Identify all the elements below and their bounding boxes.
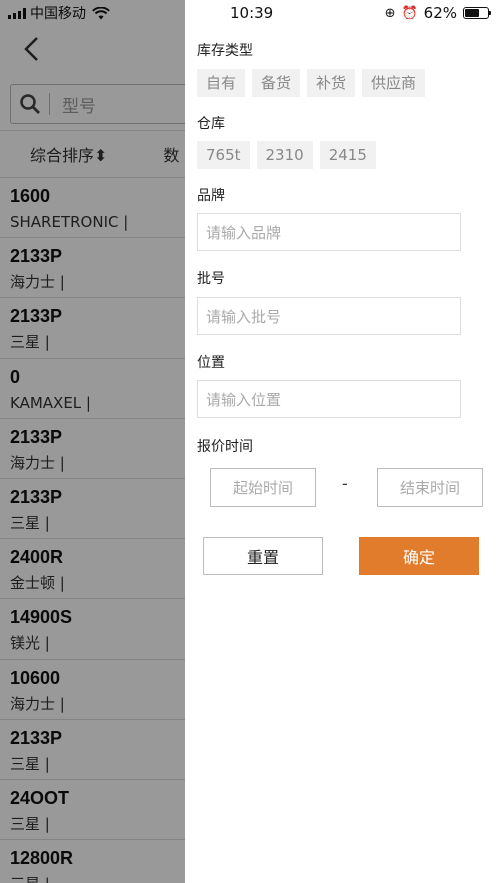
brand-title: 品牌 xyxy=(197,188,225,204)
stock-type-title: 库存类型 xyxy=(197,43,253,59)
start-time-field[interactable]: 起始时间 xyxy=(210,468,316,507)
confirm-button[interactable]: 确定 xyxy=(359,537,479,575)
warehouse-options: 765t 2310 2415 xyxy=(197,141,376,169)
end-time-field[interactable]: 结束时间 xyxy=(377,468,483,507)
status-time: 10:39 xyxy=(230,4,274,22)
chip-warehouse-2415[interactable]: 2415 xyxy=(319,141,376,169)
batch-title: 批号 xyxy=(197,271,225,287)
stock-type-options: 自有 备货 补货 供应商 xyxy=(197,69,426,97)
filter-drawer: 10:39 ⊕ ⏰ 62% 库存类型 自有 备货 补货 供应商 仓库 765t … xyxy=(185,0,497,883)
chip-warehouse-765t[interactable]: 765t xyxy=(197,141,250,169)
chip-warehouse-2310[interactable]: 2310 xyxy=(256,141,313,169)
batch-field[interactable]: 请输入批号 xyxy=(197,297,461,335)
battery-percent: 62% xyxy=(423,4,457,22)
location-field[interactable]: 请输入位置 xyxy=(197,380,461,418)
rotation-lock-icon: ⊕ xyxy=(384,5,396,21)
date-separator: - xyxy=(342,474,348,493)
reset-button[interactable]: 重置 xyxy=(203,537,323,575)
status-bar-right: 10:39 ⊕ ⏰ 62% xyxy=(185,4,497,22)
battery-icon xyxy=(463,7,491,19)
chip-stock-replenish[interactable]: 补货 xyxy=(307,69,356,97)
chip-stock-own[interactable]: 自有 xyxy=(197,69,246,97)
brand-field[interactable]: 请输入品牌 xyxy=(197,213,461,251)
alarm-icon: ⏰ xyxy=(401,5,418,21)
chip-stock-supplier[interactable]: 供应商 xyxy=(362,69,426,97)
location-title: 位置 xyxy=(197,355,225,371)
warehouse-title: 仓库 xyxy=(197,116,225,132)
quote-time-title: 报价时间 xyxy=(197,439,253,455)
chip-stock-prepared[interactable]: 备货 xyxy=(252,69,301,97)
